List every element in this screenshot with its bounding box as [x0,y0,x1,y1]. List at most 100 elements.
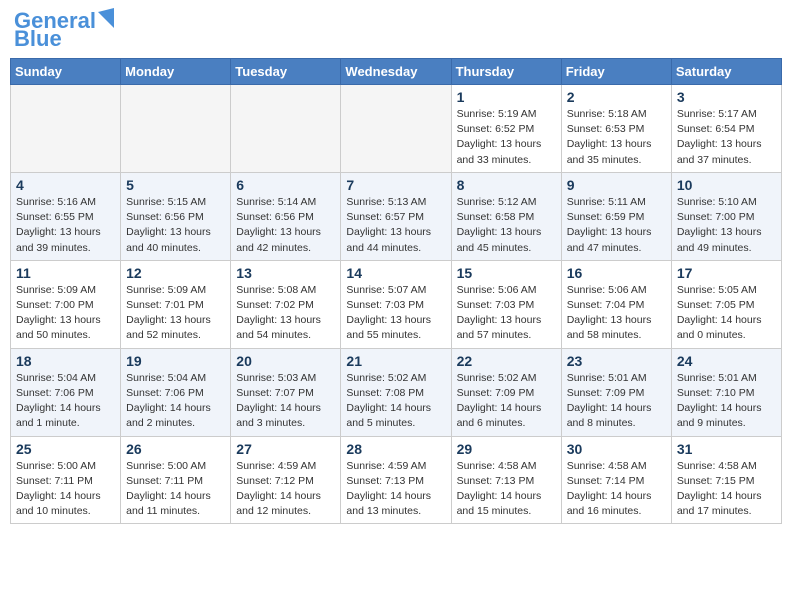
day-info: Sunrise: 5:12 AM Sunset: 6:58 PM Dayligh… [457,195,556,256]
calendar-table: SundayMondayTuesdayWednesdayThursdayFrid… [10,58,782,524]
calendar-cell: 17 Sunrise: 5:05 AM Sunset: 7:05 PM Dayli… [671,260,781,348]
calendar-cell [11,85,121,173]
day-info: Sunrise: 5:02 AM Sunset: 7:09 PM Dayligh… [457,371,556,432]
day-number: 9 [567,177,666,193]
day-info: Sunrise: 5:10 AM Sunset: 7:00 PM Dayligh… [677,195,776,256]
day-info: Sunrise: 5:03 AM Sunset: 7:07 PM Dayligh… [236,371,335,432]
calendar-header-saturday: Saturday [671,59,781,85]
day-number: 28 [346,441,445,457]
day-number: 18 [16,353,115,369]
day-number: 22 [457,353,556,369]
logo: General Blue [14,10,114,50]
day-number: 19 [126,353,225,369]
calendar-week-row: 25 Sunrise: 5:00 AM Sunset: 7:11 PM Dayli… [11,436,782,524]
calendar-cell: 16Sunrise: 5:06 AM Sunset: 7:04 PM Dayli… [561,260,671,348]
calendar-cell: 1Sunrise: 5:19 AM Sunset: 6:52 PM Daylig… [451,85,561,173]
logo-subtext: Blue [14,28,62,50]
day-info: Sunrise: 5:02 AM Sunset: 7:08 PM Dayligh… [346,371,445,432]
day-info: Sunrise: 5:09 AM Sunset: 7:01 PM Dayligh… [126,283,225,344]
day-number: 31 [677,441,776,457]
day-info: Sunrise: 5:17 AM Sunset: 6:54 PM Dayligh… [677,107,776,168]
calendar-header-wednesday: Wednesday [341,59,451,85]
calendar-cell: 23 Sunrise: 5:01 AM Sunset: 7:09 PM Dayli… [561,348,671,436]
day-info: Sunrise: 5:05 AM Sunset: 7:05 PM Dayligh… [677,283,776,344]
day-info: Sunrise: 5:01 AM Sunset: 7:10 PM Dayligh… [677,371,776,432]
day-number: 21 [346,353,445,369]
calendar-cell: 20Sunrise: 5:03 AM Sunset: 7:07 PM Dayli… [231,348,341,436]
day-info: Sunrise: 4:59 AM Sunset: 7:12 PM Dayligh… [236,459,335,520]
calendar-cell: 13 Sunrise: 5:08 AM Sunset: 7:02 PM Dayli… [231,260,341,348]
calendar-cell: 19 Sunrise: 5:04 AM Sunset: 7:06 PM Dayli… [121,348,231,436]
calendar-cell: 2Sunrise: 5:18 AM Sunset: 6:53 PM Daylig… [561,85,671,173]
calendar-week-row: 18 Sunrise: 5:04 AM Sunset: 7:06 PM Dayli… [11,348,782,436]
calendar-cell: 21 Sunrise: 5:02 AM Sunset: 7:08 PM Dayli… [341,348,451,436]
calendar-cell: 22 Sunrise: 5:02 AM Sunset: 7:09 PM Dayli… [451,348,561,436]
calendar-cell: 9 Sunrise: 5:11 AM Sunset: 6:59 PM Daylig… [561,172,671,260]
calendar-cell [231,85,341,173]
calendar-week-row: 4Sunrise: 5:16 AM Sunset: 6:55 PM Daylig… [11,172,782,260]
calendar-cell: 10 Sunrise: 5:10 AM Sunset: 7:00 PM Dayli… [671,172,781,260]
day-info: Sunrise: 5:04 AM Sunset: 7:06 PM Dayligh… [16,371,115,432]
calendar-cell: 25 Sunrise: 5:00 AM Sunset: 7:11 PM Dayli… [11,436,121,524]
day-number: 25 [16,441,115,457]
day-info: Sunrise: 5:01 AM Sunset: 7:09 PM Dayligh… [567,371,666,432]
day-info: Sunrise: 5:06 AM Sunset: 7:03 PM Dayligh… [457,283,556,344]
calendar-cell: 28 Sunrise: 4:59 AM Sunset: 7:13 PM Dayli… [341,436,451,524]
calendar-cell [341,85,451,173]
calendar-week-row: 1Sunrise: 5:19 AM Sunset: 6:52 PM Daylig… [11,85,782,173]
calendar-cell: 24 Sunrise: 5:01 AM Sunset: 7:10 PM Dayli… [671,348,781,436]
calendar-header-thursday: Thursday [451,59,561,85]
calendar-header-row: SundayMondayTuesdayWednesdayThursdayFrid… [11,59,782,85]
calendar-header-sunday: Sunday [11,59,121,85]
day-info: Sunrise: 4:58 AM Sunset: 7:13 PM Dayligh… [457,459,556,520]
page-header: General Blue [10,10,782,50]
day-info: Sunrise: 5:00 AM Sunset: 7:11 PM Dayligh… [16,459,115,520]
day-number: 8 [457,177,556,193]
day-info: Sunrise: 5:07 AM Sunset: 7:03 PM Dayligh… [346,283,445,344]
day-info: Sunrise: 5:04 AM Sunset: 7:06 PM Dayligh… [126,371,225,432]
day-number: 3 [677,89,776,105]
day-info: Sunrise: 5:00 AM Sunset: 7:11 PM Dayligh… [126,459,225,520]
day-info: Sunrise: 5:11 AM Sunset: 6:59 PM Dayligh… [567,195,666,256]
calendar-cell: 26Sunrise: 5:00 AM Sunset: 7:11 PM Dayli… [121,436,231,524]
day-number: 15 [457,265,556,281]
day-info: Sunrise: 5:09 AM Sunset: 7:00 PM Dayligh… [16,283,115,344]
day-number: 24 [677,353,776,369]
day-number: 6 [236,177,335,193]
day-info: Sunrise: 5:16 AM Sunset: 6:55 PM Dayligh… [16,195,115,256]
calendar-header-tuesday: Tuesday [231,59,341,85]
day-number: 11 [16,265,115,281]
calendar-cell: 30 Sunrise: 4:58 AM Sunset: 7:14 PM Dayli… [561,436,671,524]
day-number: 23 [567,353,666,369]
day-number: 5 [126,177,225,193]
day-info: Sunrise: 5:08 AM Sunset: 7:02 PM Dayligh… [236,283,335,344]
calendar-cell: 8 Sunrise: 5:12 AM Sunset: 6:58 PM Daylig… [451,172,561,260]
day-number: 29 [457,441,556,457]
calendar-cell: 4Sunrise: 5:16 AM Sunset: 6:55 PM Daylig… [11,172,121,260]
day-number: 30 [567,441,666,457]
day-info: Sunrise: 5:15 AM Sunset: 6:56 PM Dayligh… [126,195,225,256]
day-number: 13 [236,265,335,281]
calendar-cell: 11 Sunrise: 5:09 AM Sunset: 7:00 PM Dayli… [11,260,121,348]
day-info: Sunrise: 4:58 AM Sunset: 7:14 PM Dayligh… [567,459,666,520]
logo-icon [98,8,114,28]
calendar-cell [121,85,231,173]
day-number: 2 [567,89,666,105]
day-number: 17 [677,265,776,281]
day-info: Sunrise: 5:13 AM Sunset: 6:57 PM Dayligh… [346,195,445,256]
calendar-week-row: 11 Sunrise: 5:09 AM Sunset: 7:00 PM Dayli… [11,260,782,348]
day-number: 16 [567,265,666,281]
day-info: Sunrise: 4:58 AM Sunset: 7:15 PM Dayligh… [677,459,776,520]
day-number: 7 [346,177,445,193]
calendar-cell: 7 Sunrise: 5:13 AM Sunset: 6:57 PM Daylig… [341,172,451,260]
day-number: 10 [677,177,776,193]
calendar-cell: 29 Sunrise: 4:58 AM Sunset: 7:13 PM Dayli… [451,436,561,524]
calendar-cell: 27Sunrise: 4:59 AM Sunset: 7:12 PM Dayli… [231,436,341,524]
day-number: 14 [346,265,445,281]
day-info: Sunrise: 4:59 AM Sunset: 7:13 PM Dayligh… [346,459,445,520]
calendar-cell: 31 Sunrise: 4:58 AM Sunset: 7:15 PM Dayli… [671,436,781,524]
calendar-header-friday: Friday [561,59,671,85]
day-number: 12 [126,265,225,281]
day-number: 1 [457,89,556,105]
day-info: Sunrise: 5:14 AM Sunset: 6:56 PM Dayligh… [236,195,335,256]
